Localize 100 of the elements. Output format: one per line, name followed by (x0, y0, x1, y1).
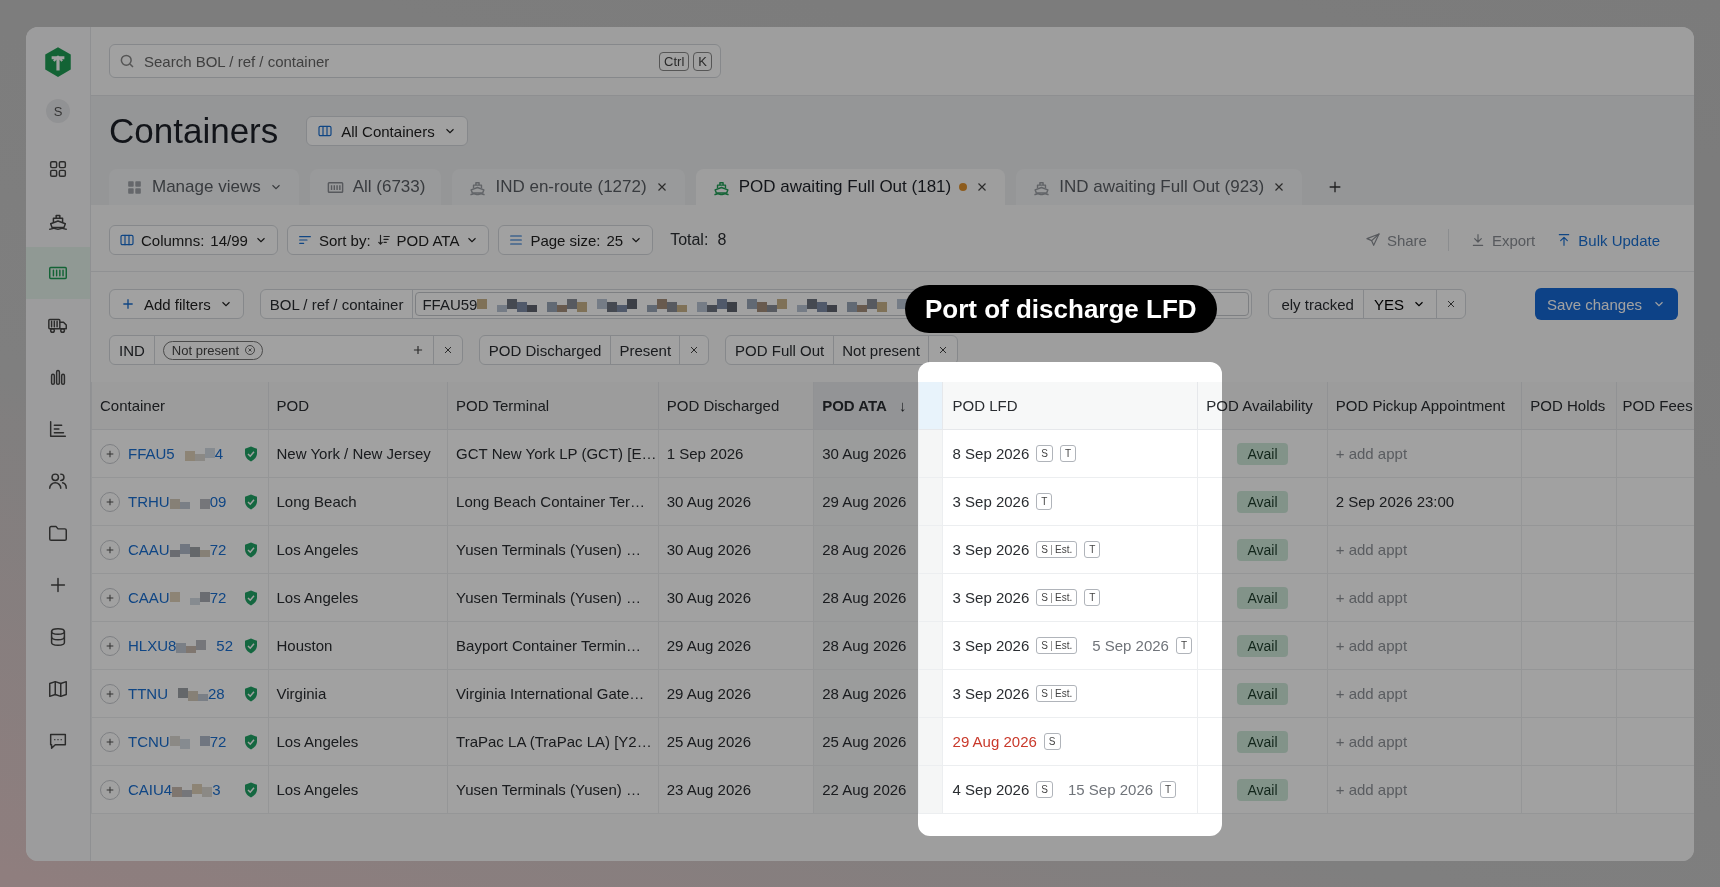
expand-button[interactable] (100, 731, 120, 752)
filter-label: POD Discharged (479, 336, 612, 364)
source-tag: S Est. (1036, 637, 1078, 654)
add-appointment-link[interactable]: + add appt (1335, 637, 1408, 654)
source-tag: S Est. (1036, 685, 1078, 702)
list-icon (508, 232, 525, 248)
availability-badge: Avail (1237, 539, 1288, 561)
add-appointment-link[interactable]: + add appt (1335, 685, 1408, 702)
expand-button[interactable] (100, 587, 120, 608)
lfd-date: 15 Sep 2026 (1068, 781, 1154, 798)
export-button[interactable]: Export (1463, 231, 1542, 249)
search-field[interactable]: Search BOL / ref / container Ctrl K (109, 44, 721, 78)
expand-button[interactable] (100, 491, 120, 512)
plus-icon (105, 736, 115, 747)
map-icon (47, 678, 69, 700)
columns-icon (119, 232, 135, 248)
column-header[interactable]: POD ATA ↓ (813, 382, 918, 430)
source-tag: S (1043, 733, 1061, 750)
plus-icon (105, 784, 115, 795)
container-link[interactable]: CAAU 72 (128, 541, 227, 558)
sort-dropdown[interactable]: Sort by: POD ATA (286, 225, 490, 255)
plus-icon (105, 496, 115, 507)
source-tag: T (1060, 445, 1077, 462)
search-icon (118, 52, 136, 70)
lfd-date: 4 Sep 2026 (952, 781, 1030, 798)
source-tag: T (1036, 493, 1053, 510)
expand-button[interactable] (100, 539, 120, 560)
filter-label: BOL / ref / container (260, 290, 414, 318)
container-link[interactable]: HLXU8 52 (128, 637, 234, 654)
shortcut-key: K (693, 51, 712, 71)
sort-descending-icon (376, 233, 391, 247)
add-appointment-link[interactable]: + add appt (1335, 589, 1408, 606)
expand-button[interactable] (100, 779, 120, 800)
plus-icon (105, 640, 115, 651)
lfd-date: 8 Sep 2026 (952, 445, 1030, 462)
view-tab[interactable]: All (6733) (309, 169, 442, 205)
appointment-time: 2 Sep 2026 23:00 (1335, 493, 1455, 510)
column-header[interactable]: POD LFD (942, 382, 1198, 430)
total-label: Total: (670, 231, 709, 249)
availability-badge: Avail (1237, 731, 1288, 753)
source-tag: T (1175, 637, 1193, 654)
availability-badge: Avail (1237, 443, 1288, 465)
save-changes-button[interactable]: Save changes (1534, 288, 1678, 320)
grid-icon (47, 158, 69, 180)
plus-icon (105, 544, 115, 555)
source-tag: S Est. (1036, 589, 1078, 606)
expand-button[interactable] (100, 683, 120, 704)
people-icon (47, 470, 69, 492)
view-tab[interactable]: POD awaiting Full Out (181) (695, 169, 1006, 205)
plus-icon (105, 688, 115, 699)
add-appointment-link[interactable]: + add appt (1335, 541, 1408, 558)
availability-badge: Avail (1237, 491, 1288, 513)
container-link[interactable]: FFAU5 4 (128, 445, 224, 462)
source-tag: S Est. (1036, 541, 1078, 558)
filter-value[interactable]: Present (611, 336, 680, 364)
availability-badge: Avail (1237, 587, 1288, 609)
add-appointment-link[interactable]: + add appt (1335, 781, 1408, 798)
source-tag: S (1036, 445, 1053, 462)
page-size-dropdown[interactable]: Page size: 25 (498, 225, 654, 255)
source-tag: S (1036, 781, 1053, 798)
nav-button[interactable] (26, 247, 90, 299)
user-avatar[interactable]: S (46, 99, 70, 123)
lfd-date: 3 Sep 2026 (952, 541, 1030, 558)
availability-badge: Avail (1237, 779, 1288, 801)
view-tab[interactable]: Manage views (109, 169, 299, 205)
lfd-date: 3 Sep 2026 (952, 589, 1030, 606)
chart-icon (47, 418, 69, 440)
source-tag: T (1084, 589, 1101, 606)
view-tab[interactable]: IND en-route (1272) (452, 169, 685, 205)
view-dropdown[interactable]: All Containers (306, 116, 468, 146)
container-link[interactable]: CAAU 72 (128, 589, 227, 606)
share-button[interactable]: Share (1358, 231, 1433, 249)
add-appointment-link[interactable]: + add appt (1335, 445, 1408, 462)
columns-dropdown[interactable]: Columns: 14/99 (109, 225, 278, 255)
filter-label: POD Full Out (726, 336, 835, 364)
view-tab[interactable]: IND awaiting Full Out (923) (1016, 169, 1303, 205)
expand-button[interactable] (100, 443, 120, 464)
columns-icon (317, 123, 334, 139)
container-link[interactable]: TTNU 28 (128, 685, 225, 702)
paper-plane-icon (1364, 232, 1381, 248)
lfd-date: 5 Sep 2026 (1092, 637, 1169, 654)
plus-icon (120, 296, 136, 312)
plus-icon (105, 592, 115, 603)
add-filters-button[interactable]: Add filters (109, 289, 244, 319)
filter-label: ely tracked (1269, 290, 1364, 318)
lfd-date: 3 Sep 2026 (952, 637, 1030, 654)
lfd-date: 3 Sep 2026 (952, 685, 1030, 702)
add-appointment-link[interactable]: + add appt (1335, 733, 1408, 750)
search-input[interactable]: Search BOL / ref / container (142, 51, 654, 71)
container-link[interactable]: CAIU4 3 (128, 781, 221, 798)
lfd-date: 3 Sep 2026 (952, 493, 1030, 510)
filter-value-dropdown[interactable]: YES (1363, 290, 1437, 318)
bulk-update-button[interactable]: Bulk Update (1550, 231, 1666, 249)
expand-button[interactable] (100, 635, 120, 656)
container-link[interactable]: TRHU 09 (128, 493, 227, 510)
source-tag: T (1160, 781, 1177, 798)
filter-label: IND (110, 336, 155, 364)
container-link[interactable]: TCNU 72 (128, 733, 227, 750)
lfd-date: 29 Aug 2026 (952, 733, 1037, 750)
availability-badge: Avail (1237, 635, 1288, 657)
